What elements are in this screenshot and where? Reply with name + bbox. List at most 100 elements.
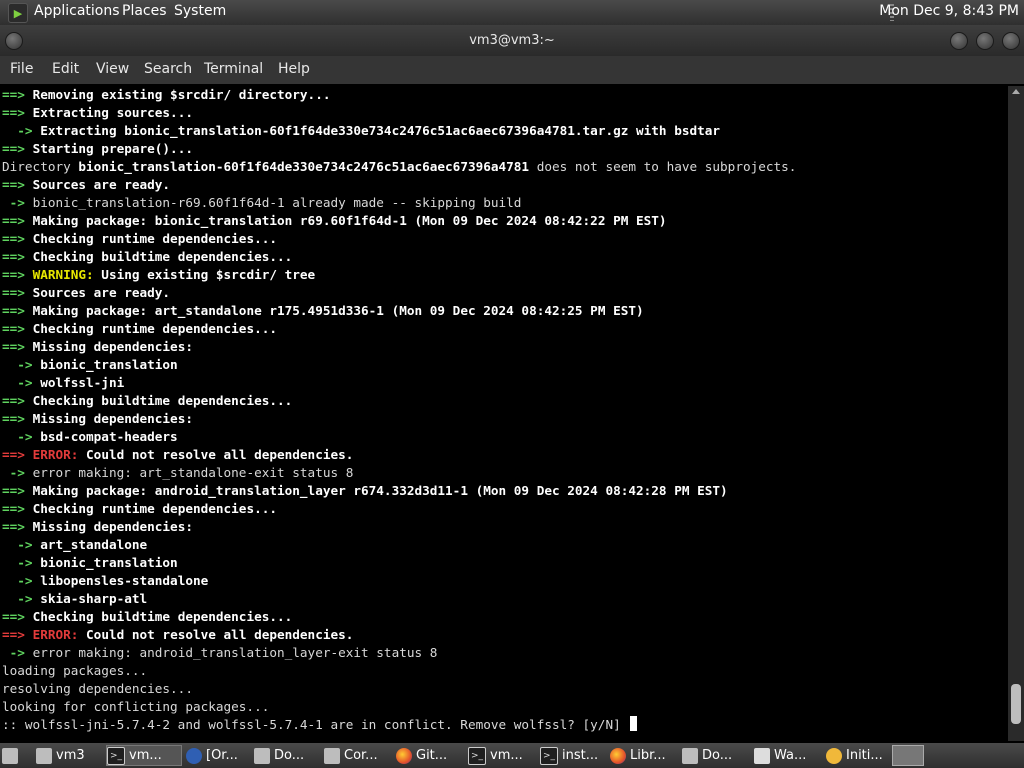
terminal-line: ==> ERROR: Could not resolve all depende… (2, 626, 353, 644)
menu-applications[interactable]: Applications (34, 3, 120, 19)
taskbar-item[interactable]: >_ inst... (540, 745, 606, 766)
taskbar-item-label: Cor... (344, 748, 378, 763)
menu-terminal[interactable]: Terminal (204, 61, 263, 77)
terminal-text: ==> (2, 267, 33, 282)
taskbar-item[interactable]: Libr... (610, 745, 678, 766)
taskbar-item-label: vm3 (56, 748, 85, 763)
terminal-icon: >_ (540, 746, 558, 765)
terminal-line: Directory bionic_translation-60f1f64de33… (2, 158, 796, 176)
taskbar-item[interactable]: vm3 (36, 745, 102, 766)
menu-help[interactable]: Help (278, 61, 310, 77)
taskbar-item-label: inst... (562, 748, 599, 763)
bottom-taskbar: vm3 >_ vm... [Or... Do... Cor... Git... >_ vm...… (0, 743, 1024, 768)
taskbar-item[interactable]: Do... (254, 745, 320, 766)
steam-icon (826, 747, 842, 764)
terminal-text: ==> (2, 177, 33, 192)
menu-system[interactable]: System (174, 3, 226, 19)
terminal-text: :: wolfssl-jni-5.7.4-2 and wolfssl-5.7.4… (2, 717, 629, 732)
terminal-line: resolving dependencies... (2, 680, 193, 698)
folder-icon (254, 747, 270, 764)
terminal-line: ==> Checking runtime dependencies... (2, 230, 277, 248)
taskbar-item-label: Do... (702, 748, 733, 763)
taskbar-item[interactable]: Initi... (826, 745, 886, 766)
terminal-text: Extracting bionic_translation-60f1f64de3… (40, 123, 721, 138)
terminal-line: ==> Sources are ready. (2, 176, 170, 194)
menu-places[interactable]: Places (122, 3, 167, 19)
terminal-line: ==> Starting prepare()... (2, 140, 193, 158)
terminal-text: art_standalone (40, 537, 148, 552)
taskbar-item[interactable]: Cor... (324, 745, 392, 766)
terminal-text: -> (2, 555, 41, 570)
terminal-text: error making: art_standalone-exit status… (32, 465, 354, 480)
show-desktop-button[interactable] (2, 745, 22, 766)
taskbar-item-label: Wa... (774, 748, 807, 763)
terminal-text: -> (2, 591, 41, 606)
feed-icon (186, 747, 202, 764)
terminal-line: ==> ERROR: Could not resolve all depende… (2, 446, 353, 464)
window-titlebar[interactable]: vm3@vm3:~ (0, 25, 1024, 56)
terminal-line: -> art_standalone (2, 536, 147, 554)
applications-logo-icon[interactable]: ▶ (8, 3, 28, 23)
menu-file[interactable]: File (10, 61, 33, 77)
scroll-up-arrow-icon[interactable] (1012, 89, 1020, 94)
menu-edit[interactable]: Edit (52, 61, 79, 77)
terminal-scrollbar[interactable] (1008, 86, 1024, 741)
taskbar-item[interactable]: Git... (396, 745, 464, 766)
terminal-text: ==> (2, 609, 33, 624)
menu-search[interactable]: Search (144, 61, 192, 77)
terminal-text: -> (2, 357, 41, 372)
terminal-text: Checking buildtime dependencies... (32, 393, 293, 408)
terminal-text: ==> (2, 231, 33, 246)
taskbar-item[interactable]: Do... (682, 745, 750, 766)
terminal-text: bionic_translation-60f1f64de330e734c2476… (78, 159, 530, 174)
terminal-line: ==> Checking buildtime dependencies... (2, 392, 292, 410)
terminal-text: Checking runtime dependencies... (32, 501, 277, 516)
terminal-line: ==> Missing dependencies: (2, 410, 193, 428)
workspace-switcher[interactable] (892, 745, 924, 766)
terminal-text: Using existing $srcdir/ tree (93, 267, 316, 282)
terminal-text: Making package: art_standalone r175.4951… (32, 303, 644, 318)
terminal-text: WARNING: (32, 267, 94, 282)
taskbar-item-label: vm... (490, 748, 523, 763)
terminal-text: bionic_translation (40, 555, 178, 570)
taskbar-item[interactable]: >_ vm... (468, 745, 536, 766)
taskbar-item[interactable]: >_ vm... (106, 745, 182, 766)
terminal-text: ==> (2, 321, 33, 336)
terminal-text: Sources are ready. (32, 177, 171, 192)
terminal-text: -> (2, 429, 41, 444)
terminal-text: ERROR: (32, 447, 79, 462)
terminal-text: -> (2, 465, 33, 480)
terminal-line: ==> Checking runtime dependencies... (2, 320, 277, 338)
terminal-text: ==> (2, 249, 33, 264)
clock[interactable]: Mon Dec 9, 8:43 PM (879, 3, 1019, 19)
terminal-line: ==> Extracting sources... (2, 104, 193, 122)
taskbar-item-label: [Or... (206, 748, 238, 763)
terminal-text: -> (2, 573, 41, 588)
terminal-text: resolving dependencies... (2, 681, 193, 696)
terminal-line: ==> Making package: android_translation_… (2, 482, 728, 500)
minimize-icon[interactable] (950, 32, 968, 50)
terminal-line: ==> Making package: bionic_translation r… (2, 212, 667, 230)
close-icon[interactable] (1002, 32, 1020, 50)
terminal-text: loading packages... (2, 663, 148, 678)
terminal-line: ==> WARNING: Using existing $srcdir/ tre… (2, 266, 315, 284)
taskbar-item-label: Libr... (630, 748, 666, 763)
terminal-text: Missing dependencies: (32, 519, 193, 534)
terminal-text: Checking runtime dependencies... (32, 321, 277, 336)
menu-view[interactable]: View (96, 61, 129, 77)
taskbar-item[interactable]: Wa... (754, 745, 822, 766)
terminal-output[interactable]: ==> Removing existing $srcdir/ directory… (0, 86, 1008, 741)
top-panel: ▶ Applications Places System Mon Dec 9, … (0, 0, 1024, 25)
scroll-thumb[interactable] (1011, 684, 1021, 724)
maximize-icon[interactable] (976, 32, 994, 50)
taskbar-item[interactable]: [Or... (186, 745, 250, 766)
terminal-text: Missing dependencies: (32, 411, 193, 426)
terminal-line: ==> Missing dependencies: (2, 338, 193, 356)
terminal-text: Starting prepare()... (32, 141, 193, 156)
terminal-icon: >_ (107, 746, 125, 765)
terminal-text: ==> (2, 447, 33, 462)
terminal-text: ==> (2, 87, 33, 102)
terminal-text: Checking runtime dependencies... (32, 231, 277, 246)
folder-icon (36, 747, 52, 764)
terminal-text: Could not resolve all dependencies. (78, 447, 354, 462)
